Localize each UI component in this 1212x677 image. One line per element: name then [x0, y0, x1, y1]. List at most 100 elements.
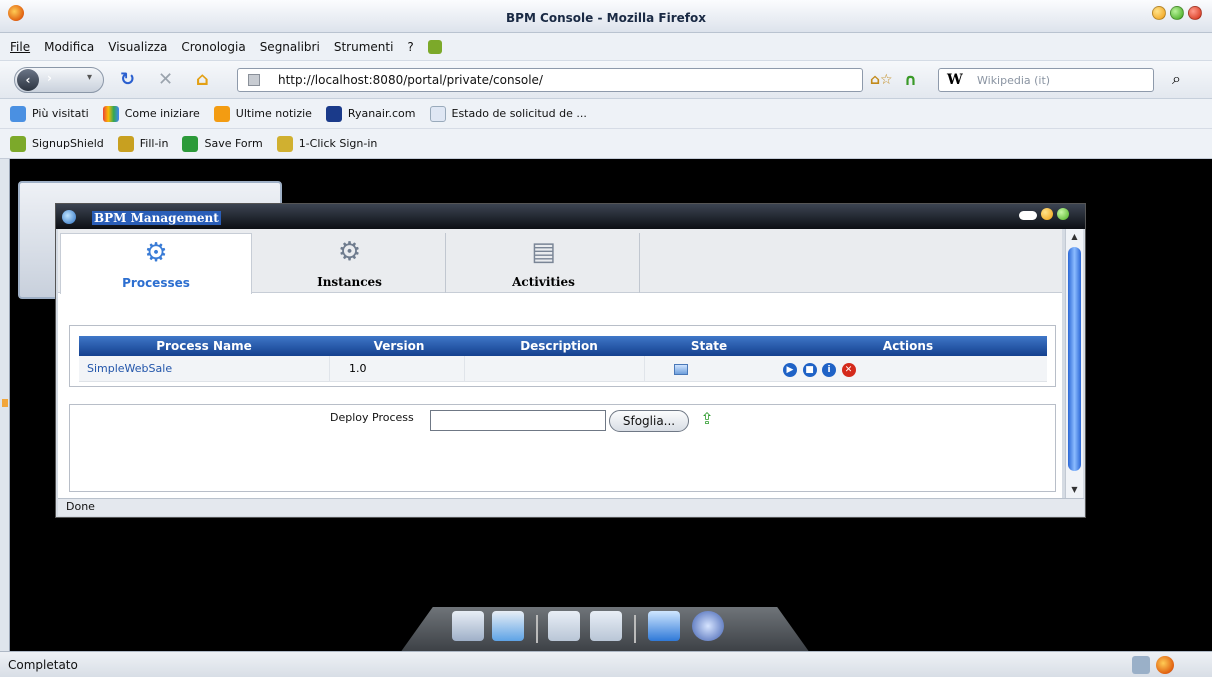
bpm-window-controls	[1019, 208, 1069, 220]
search-input[interactable]: Wikipedia (it)	[977, 74, 1050, 87]
scroll-up-icon[interactable]: ▲	[1068, 232, 1081, 242]
left-side-strip	[0, 159, 10, 651]
url-bar[interactable]: http://localhost:8080/portal/private/con…	[237, 68, 863, 92]
tab-processes[interactable]: ⚙ Processes	[60, 233, 252, 294]
info-icon[interactable]: i	[822, 363, 836, 377]
scroll-down-icon[interactable]: ▼	[1068, 485, 1081, 495]
bpm-maximize-button[interactable]	[1057, 208, 1069, 220]
process-name-cell: SimpleWebSale	[87, 356, 172, 382]
house-star-icon[interactable]: ⌂☆	[870, 70, 893, 90]
window-title: BPM Console - Mozilla Firefox	[506, 11, 706, 25]
col-actions[interactable]: Actions	[769, 339, 1047, 353]
dock-divider	[536, 615, 538, 643]
tab-processes-label: Processes	[122, 276, 190, 290]
window-controls	[1152, 6, 1202, 20]
save-form-icon	[182, 135, 199, 152]
gear-icon: ⚙	[144, 238, 168, 268]
browse-button[interactable]: Sfoglia...	[609, 410, 689, 432]
table-row: SimpleWebSale 1.0 ▶ ■ i ✕	[79, 356, 1047, 382]
add-window-icon[interactable]	[492, 611, 524, 641]
extension-icon[interactable]	[427, 39, 442, 54]
menu-segnalibri[interactable]: Segnalibri	[260, 40, 320, 54]
forward-arrow-icon[interactable]: ›	[47, 71, 52, 85]
process-table-panel: Process Name Version Description State A…	[69, 325, 1056, 387]
sign-in-icon	[276, 135, 293, 152]
menu-cronologia[interactable]: Cronologia	[181, 40, 245, 54]
tab-bar: ⚙ Processes ⚙ Instances ▤ Activities	[58, 229, 1062, 294]
upload-icon[interactable]: ⇪	[698, 411, 716, 429]
tab-instances[interactable]: ⚙ Instances	[254, 233, 446, 293]
col-version[interactable]: Version	[329, 339, 469, 353]
tab-activities[interactable]: ▤ Activities	[448, 233, 640, 293]
bpm-restore-button[interactable]	[1041, 208, 1053, 220]
version-cell: 1.0	[349, 362, 367, 375]
home-window-icon[interactable]	[648, 611, 680, 641]
close-button[interactable]	[1188, 6, 1202, 20]
maximize-button[interactable]	[1170, 6, 1184, 20]
url-text[interactable]: http://localhost:8080/portal/private/con…	[278, 73, 543, 87]
back-forward-button[interactable]: ‹ › ▾	[14, 67, 104, 93]
network-icon[interactable]	[1132, 656, 1150, 674]
col-description[interactable]: Description	[469, 339, 649, 353]
delete-icon[interactable]: ✕	[841, 363, 856, 377]
addon-icon[interactable]: ∩	[904, 70, 917, 90]
most-visited-icon	[10, 105, 26, 122]
bpm-management-window: BPM Management ⚙ Processes ⚙ Instances ▤…	[55, 203, 1086, 518]
vertical-scrollbar[interactable]: ▲ ▼	[1065, 229, 1083, 498]
menu-bar: File Modifica Visualizza Cronologia Segn…	[0, 33, 1212, 61]
minimize-button[interactable]	[1152, 6, 1166, 20]
scroll-thumb[interactable]	[1068, 247, 1081, 471]
search-icon[interactable]: ⌕	[1172, 69, 1181, 89]
signupshield-button[interactable]: SignupShield	[32, 137, 104, 150]
process-name-link[interactable]: SimpleWebSale	[87, 362, 172, 375]
one-click-signin-button[interactable]: 1-Click Sign-in	[299, 137, 378, 150]
app-icon[interactable]	[452, 611, 484, 641]
menu-visualizza[interactable]: Visualizza	[108, 40, 167, 54]
compass-icon[interactable]	[692, 611, 724, 641]
menu-file[interactable]: File	[10, 40, 30, 54]
history-dropdown-icon[interactable]: ▾	[87, 72, 92, 83]
menu-modifica[interactable]: Modifica	[44, 40, 94, 54]
bpm-status-bar: Done	[58, 498, 1084, 516]
deploy-process-label: Deploy Process	[330, 411, 414, 424]
cell-divider	[329, 356, 330, 382]
dock-divider	[634, 615, 636, 643]
bpm-title: BPM Management	[92, 211, 221, 225]
tab-activities-label: Activities	[512, 275, 575, 289]
stop-icon[interactable]: ■	[802, 363, 817, 377]
navigation-bar: ‹ › ▾ ↻ ✕ ⌂ http://localhost:8080/portal…	[0, 61, 1212, 99]
rss-icon	[213, 105, 230, 122]
bookmark-ultime-notizie[interactable]: Ultime notizie	[236, 107, 312, 120]
fill-in-button[interactable]: Fill-in	[140, 137, 169, 150]
bpm-minimize-button[interactable]	[1019, 211, 1037, 220]
col-process-name[interactable]: Process Name	[79, 339, 329, 353]
bookmark-estado[interactable]: Estado de solicitud de ...	[452, 107, 587, 120]
home-icon[interactable]: ⌂	[196, 70, 209, 90]
bookmark-ryanair[interactable]: Ryanair.com	[348, 107, 416, 120]
reload-icon[interactable]: ↻	[120, 70, 135, 90]
deploy-panel: Deploy Process Sfoglia... ⇪	[69, 404, 1056, 492]
search-box[interactable]: W Wikipedia (it) ⌕	[938, 68, 1181, 92]
menu-help[interactable]: ?	[407, 40, 413, 54]
save-form-button[interactable]: Save Form	[204, 137, 262, 150]
actions-cell: ▶ ■ i ✕	[783, 356, 858, 382]
deploy-file-input[interactable]	[430, 410, 606, 431]
window-titlebar: BPM Console - Mozilla Firefox	[0, 0, 1212, 33]
window-settings-icon[interactable]	[590, 611, 622, 641]
bpm-logo-icon	[62, 210, 76, 224]
bpm-titlebar[interactable]: BPM Management	[56, 204, 1085, 229]
bookmark-piu-visitati[interactable]: Più visitati	[32, 107, 89, 120]
fill-in-icon	[117, 135, 134, 152]
menu-strumenti[interactable]: Strumenti	[334, 40, 394, 54]
col-state[interactable]: State	[649, 339, 769, 353]
firefox-status-icon[interactable]	[1156, 656, 1174, 674]
wikipedia-icon[interactable]: W	[947, 72, 963, 88]
back-arrow-icon[interactable]: ‹	[17, 69, 39, 91]
cell-divider	[464, 356, 465, 382]
window-users-icon[interactable]	[548, 611, 580, 641]
play-icon[interactable]: ▶	[783, 363, 797, 377]
tab-instances-label: Instances	[317, 275, 382, 289]
stop-icon[interactable]: ✕	[158, 70, 173, 90]
shield-icon	[10, 135, 26, 152]
bookmark-come-iniziare[interactable]: Come iniziare	[125, 107, 200, 120]
